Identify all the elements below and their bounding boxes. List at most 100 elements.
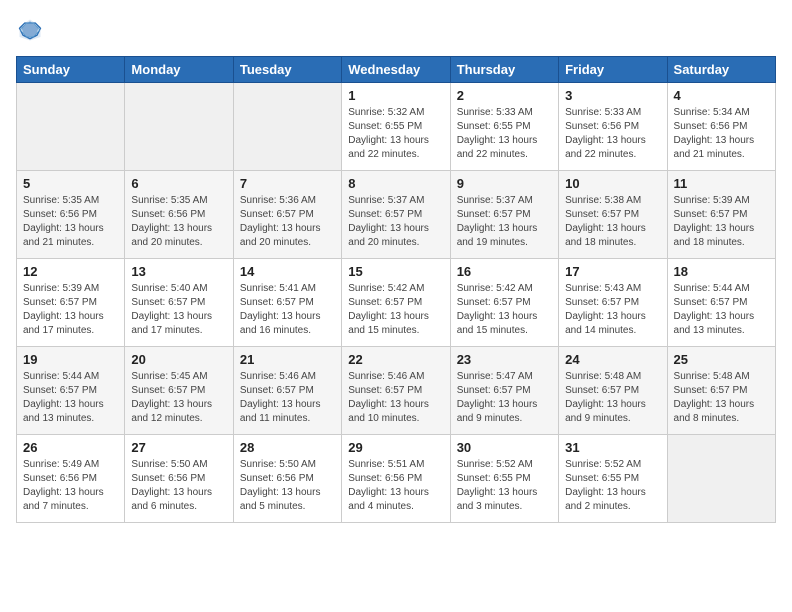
calendar-cell: 29 Sunrise: 5:51 AM Sunset: 6:56 PM Dayli… [342, 435, 450, 523]
calendar-cell [667, 435, 775, 523]
calendar-week-row: 5Sunrise: 5:35 AM Sunset: 6:56 PM Daylig… [17, 171, 776, 259]
day-number: 19 [23, 352, 118, 367]
calendar-table: SundayMondayTuesdayWednesdayThursdayFrid… [16, 56, 776, 523]
calendar-cell: 31Sunrise: 5:52 AM Sunset: 6:55 PM Dayli… [559, 435, 667, 523]
day-number: 16 [457, 264, 552, 279]
day-info: Sunrise: 5:44 AM Sunset: 6:57 PM Dayligh… [674, 282, 769, 338]
day-number: 27 [131, 440, 226, 455]
logo [16, 16, 48, 44]
calendar-week-row: 19 Sunrise: 5:44 AM Sunset: 6:57 PM Dayli… [17, 347, 776, 435]
calendar-cell: 5Sunrise: 5:35 AM Sunset: 6:56 PM Daylig… [17, 171, 125, 259]
calendar-cell: 18 Sunrise: 5:44 AM Sunset: 6:57 PM Dayli… [667, 259, 775, 347]
calendar-cell: 11 Sunrise: 5:39 AM Sunset: 6:57 PM Dayli… [667, 171, 775, 259]
logo-icon [16, 16, 44, 44]
calendar-cell: 12 Sunrise: 5:39 AM Sunset: 6:57 PM Dayli… [17, 259, 125, 347]
calendar-cell: 13 Sunrise: 5:40 AM Sunset: 6:57 PM Dayli… [125, 259, 233, 347]
day-number: 26 [23, 440, 118, 455]
calendar-cell: 10Sunrise: 5:38 AM Sunset: 6:57 PM Dayli… [559, 171, 667, 259]
calendar-cell: 23 Sunrise: 5:47 AM Sunset: 6:57 PM Dayli… [450, 347, 558, 435]
calendar-cell [125, 83, 233, 171]
day-number: 1 [348, 88, 443, 103]
day-info: Sunrise: 5:50 AM Sunset: 6:56 PM Dayligh… [131, 458, 226, 514]
day-info: Sunrise: 5:34 AM Sunset: 6:56 PM Dayligh… [674, 106, 769, 162]
calendar-cell: 24 Sunrise: 5:48 AM Sunset: 6:57 PM Dayli… [559, 347, 667, 435]
day-info: Sunrise: 5:48 AM Sunset: 6:57 PM Dayligh… [565, 370, 660, 426]
weekday-header: Friday [559, 57, 667, 83]
day-number: 8 [348, 176, 443, 191]
calendar-cell: 15Sunrise: 5:42 AM Sunset: 6:57 PM Dayli… [342, 259, 450, 347]
calendar-cell [233, 83, 341, 171]
calendar-cell: 8 Sunrise: 5:37 AM Sunset: 6:57 PM Daylig… [342, 171, 450, 259]
day-info: Sunrise: 5:45 AM Sunset: 6:57 PM Dayligh… [131, 370, 226, 426]
calendar-cell: 6 Sunrise: 5:35 AM Sunset: 6:56 PM Daylig… [125, 171, 233, 259]
calendar-cell: 4 Sunrise: 5:34 AM Sunset: 6:56 PM Daylig… [667, 83, 775, 171]
calendar-cell: 22 Sunrise: 5:46 AM Sunset: 6:57 PM Dayli… [342, 347, 450, 435]
day-info: Sunrise: 5:32 AM Sunset: 6:55 PM Dayligh… [348, 106, 443, 162]
day-info: Sunrise: 5:35 AM Sunset: 6:56 PM Dayligh… [131, 194, 226, 250]
day-info: Sunrise: 5:46 AM Sunset: 6:57 PM Dayligh… [348, 370, 443, 426]
day-info: Sunrise: 5:36 AM Sunset: 6:57 PM Dayligh… [240, 194, 335, 250]
calendar-cell: 7 Sunrise: 5:36 AM Sunset: 6:57 PM Daylig… [233, 171, 341, 259]
calendar-week-row: 26Sunrise: 5:49 AM Sunset: 6:56 PM Dayli… [17, 435, 776, 523]
day-info: Sunrise: 5:40 AM Sunset: 6:57 PM Dayligh… [131, 282, 226, 338]
day-info: Sunrise: 5:51 AM Sunset: 6:56 PM Dayligh… [348, 458, 443, 514]
day-number: 12 [23, 264, 118, 279]
day-info: Sunrise: 5:41 AM Sunset: 6:57 PM Dayligh… [240, 282, 335, 338]
calendar-cell: 27 Sunrise: 5:50 AM Sunset: 6:56 PM Dayli… [125, 435, 233, 523]
calendar-cell: 30 Sunrise: 5:52 AM Sunset: 6:55 PM Dayli… [450, 435, 558, 523]
day-info: Sunrise: 5:39 AM Sunset: 6:57 PM Dayligh… [23, 282, 118, 338]
calendar-cell: 26Sunrise: 5:49 AM Sunset: 6:56 PM Dayli… [17, 435, 125, 523]
weekday-header: Sunday [17, 57, 125, 83]
day-info: Sunrise: 5:52 AM Sunset: 6:55 PM Dayligh… [565, 458, 660, 514]
day-info: Sunrise: 5:37 AM Sunset: 6:57 PM Dayligh… [348, 194, 443, 250]
calendar-cell: 1 Sunrise: 5:32 AM Sunset: 6:55 PM Daylig… [342, 83, 450, 171]
day-info: Sunrise: 5:37 AM Sunset: 6:57 PM Dayligh… [457, 194, 552, 250]
day-number: 7 [240, 176, 335, 191]
day-number: 4 [674, 88, 769, 103]
day-info: Sunrise: 5:39 AM Sunset: 6:57 PM Dayligh… [674, 194, 769, 250]
day-number: 13 [131, 264, 226, 279]
day-number: 22 [348, 352, 443, 367]
day-number: 24 [565, 352, 660, 367]
calendar-cell: 16Sunrise: 5:42 AM Sunset: 6:57 PM Dayli… [450, 259, 558, 347]
day-number: 23 [457, 352, 552, 367]
day-number: 21 [240, 352, 335, 367]
weekday-header: Saturday [667, 57, 775, 83]
day-number: 15 [348, 264, 443, 279]
day-number: 9 [457, 176, 552, 191]
day-info: Sunrise: 5:33 AM Sunset: 6:56 PM Dayligh… [565, 106, 660, 162]
calendar-cell: 19 Sunrise: 5:44 AM Sunset: 6:57 PM Dayli… [17, 347, 125, 435]
day-number: 29 [348, 440, 443, 455]
calendar-week-row: 12 Sunrise: 5:39 AM Sunset: 6:57 PM Dayli… [17, 259, 776, 347]
day-number: 17 [565, 264, 660, 279]
calendar-cell: 17 Sunrise: 5:43 AM Sunset: 6:57 PM Dayli… [559, 259, 667, 347]
day-info: Sunrise: 5:44 AM Sunset: 6:57 PM Dayligh… [23, 370, 118, 426]
day-number: 3 [565, 88, 660, 103]
day-info: Sunrise: 5:48 AM Sunset: 6:57 PM Dayligh… [674, 370, 769, 426]
calendar-cell [17, 83, 125, 171]
day-info: Sunrise: 5:52 AM Sunset: 6:55 PM Dayligh… [457, 458, 552, 514]
calendar-cell: 21 Sunrise: 5:46 AM Sunset: 6:57 PM Dayli… [233, 347, 341, 435]
day-info: Sunrise: 5:43 AM Sunset: 6:57 PM Dayligh… [565, 282, 660, 338]
calendar-header-row: SundayMondayTuesdayWednesdayThursdayFrid… [17, 57, 776, 83]
day-number: 2 [457, 88, 552, 103]
day-info: Sunrise: 5:50 AM Sunset: 6:56 PM Dayligh… [240, 458, 335, 514]
day-info: Sunrise: 5:38 AM Sunset: 6:57 PM Dayligh… [565, 194, 660, 250]
day-number: 11 [674, 176, 769, 191]
weekday-header: Tuesday [233, 57, 341, 83]
day-info: Sunrise: 5:33 AM Sunset: 6:55 PM Dayligh… [457, 106, 552, 162]
day-number: 30 [457, 440, 552, 455]
calendar-cell: 25Sunrise: 5:48 AM Sunset: 6:57 PM Dayli… [667, 347, 775, 435]
day-number: 6 [131, 176, 226, 191]
day-info: Sunrise: 5:35 AM Sunset: 6:56 PM Dayligh… [23, 194, 118, 250]
weekday-header: Thursday [450, 57, 558, 83]
day-number: 18 [674, 264, 769, 279]
day-info: Sunrise: 5:47 AM Sunset: 6:57 PM Dayligh… [457, 370, 552, 426]
calendar-cell: 2 Sunrise: 5:33 AM Sunset: 6:55 PM Daylig… [450, 83, 558, 171]
calendar-cell: 3 Sunrise: 5:33 AM Sunset: 6:56 PM Daylig… [559, 83, 667, 171]
calendar-cell: 20 Sunrise: 5:45 AM Sunset: 6:57 PM Dayli… [125, 347, 233, 435]
day-number: 20 [131, 352, 226, 367]
calendar-week-row: 1 Sunrise: 5:32 AM Sunset: 6:55 PM Daylig… [17, 83, 776, 171]
day-number: 14 [240, 264, 335, 279]
day-info: Sunrise: 5:46 AM Sunset: 6:57 PM Dayligh… [240, 370, 335, 426]
